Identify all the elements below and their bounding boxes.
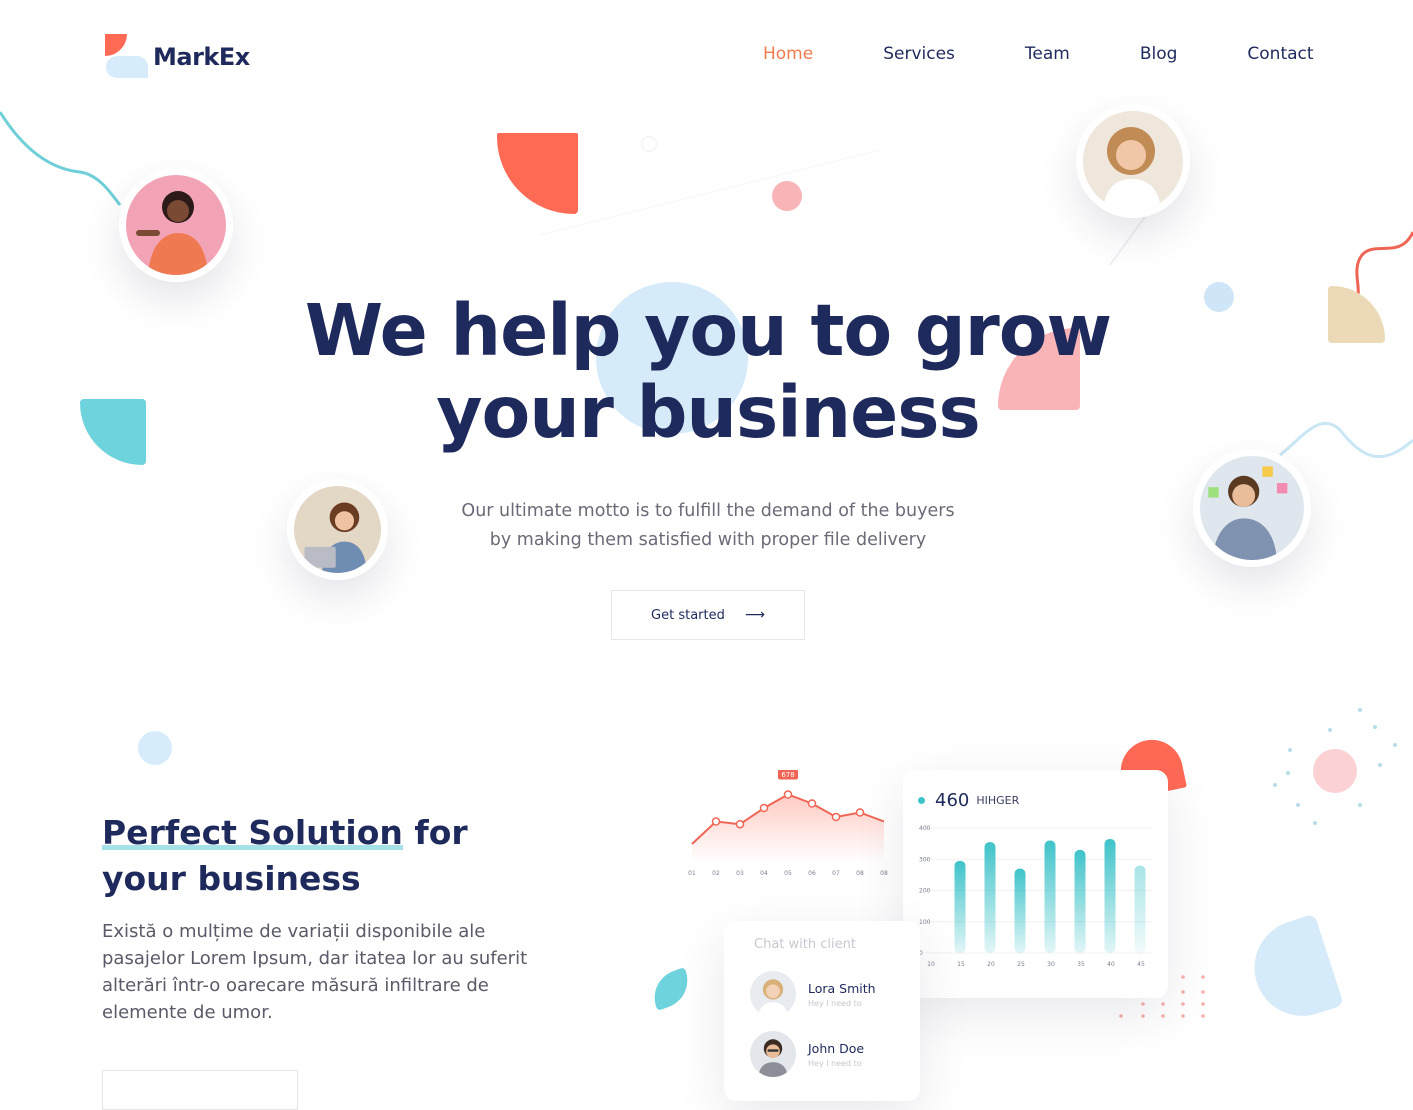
- line-chart-point: [831, 812, 841, 822]
- line-chart-point: [759, 803, 769, 813]
- small-blue-dot: [1204, 282, 1234, 312]
- pink-dot: [772, 181, 802, 211]
- line-chart-point: [855, 808, 865, 817]
- bar-chart-bar: [1044, 840, 1056, 953]
- avatar-man-board: [1193, 449, 1311, 567]
- section-title-line2: your business: [102, 859, 361, 898]
- get-started-button[interactable]: Get started ⟶: [611, 590, 805, 640]
- bar-chart-x-tick: 25: [1017, 961, 1025, 968]
- bar-chart-bar: [1104, 838, 1116, 953]
- section-title-rest: for: [402, 813, 468, 852]
- section-title-highlight: Perfect Solution: [102, 810, 403, 856]
- bar-chart-x-tick: 10: [927, 961, 935, 968]
- bar-chart-header: 460 HIHGER: [918, 790, 1019, 811]
- line-chart-tick-label: 03: [736, 870, 744, 877]
- section-body: Există o mulțime de variații disponibile…: [102, 921, 528, 1023]
- logo-mark-icon: [104, 34, 150, 80]
- bar-chart-x-tick: 40: [1107, 961, 1115, 968]
- section-blue-dot: [138, 731, 172, 765]
- chat-contact[interactable]: John Doe Hey I need to: [750, 1031, 864, 1077]
- section-button[interactable]: [102, 1070, 298, 1110]
- contact-message: Hey I need to: [808, 1058, 862, 1068]
- avatar-laughing-woman: [1076, 104, 1190, 218]
- faint-ring: [641, 136, 657, 152]
- hero-subtitle-line1: Our ultimate motto is to fulfill the dem…: [461, 501, 955, 521]
- hero-title-line2: your business: [436, 371, 981, 454]
- arrow-right-icon: ⟶: [744, 607, 765, 623]
- hero-subtitle: Our ultimate motto is to fulfill the dem…: [360, 497, 1056, 555]
- brand-name: MarkEx: [153, 43, 250, 71]
- bar-chart-x-tick: 20: [987, 961, 995, 968]
- bar-chart-bar: [1074, 849, 1086, 953]
- nav-team[interactable]: Team: [1025, 44, 1070, 64]
- bar-chart-y-tick: 200: [919, 888, 931, 895]
- line-chart-tick-label: 04: [760, 870, 768, 877]
- line-chart-tick-label: 08: [880, 870, 888, 877]
- bar-chart-y-tick: 400: [919, 825, 931, 832]
- bar-chart: 400300200100010 15 20 25 30 35 40 45: [919, 825, 1153, 968]
- chat-title: Chat with client: [754, 937, 856, 952]
- bar-chart-label: HIHGER: [976, 794, 1020, 807]
- avatar: [750, 971, 796, 1017]
- contact-name: John Doe: [808, 1040, 865, 1056]
- avatar-woman-pointing: [119, 168, 233, 282]
- nav-services[interactable]: Services: [883, 44, 955, 64]
- get-started-label: Get started: [651, 607, 725, 623]
- contact-message: Hey I need to: [808, 998, 862, 1008]
- line-chart-tick-label: 05: [784, 870, 792, 877]
- bar-chart-bar: [1014, 868, 1026, 953]
- main-nav: Home Services Team Blog Contact: [763, 44, 1314, 64]
- line-chart-point: [711, 817, 721, 826]
- line-chart-tick-label: 07: [832, 870, 840, 877]
- line-chart-tick-label: 06: [808, 870, 816, 877]
- line-chart-point: [807, 799, 817, 808]
- logo[interactable]: MarkEx: [104, 34, 254, 80]
- line-chart-point: [783, 790, 793, 799]
- line-chart-badge-label: 678: [781, 771, 794, 779]
- bar-chart-bar: [984, 842, 996, 953]
- chat-contact[interactable]: Lora Smith Hey I need to: [750, 971, 876, 1017]
- bar-chart-bar: [1134, 865, 1146, 953]
- section-title: Perfect Solution for your business: [102, 810, 468, 902]
- line-chart-area: [692, 794, 884, 862]
- dot-pattern: [1273, 708, 1397, 825]
- nav-contact[interactable]: Contact: [1247, 44, 1313, 64]
- bar-chart-value: 460: [935, 790, 970, 811]
- bar-chart-card: 460 HIHGER 400 300 200 100 0 10 15 20 25 30 35 40 45: [903, 770, 1168, 998]
- hero-title-line1: We help you to grow: [304, 289, 1112, 372]
- bar-chart-y-tick: 100: [919, 919, 931, 926]
- teal-dot-icon: [918, 797, 925, 804]
- hero-title: We help you to grow your business: [250, 290, 1166, 454]
- hero-subtitle-line2: by making them satisfied with proper fil…: [489, 530, 927, 550]
- bar-chart-bar: [954, 860, 966, 953]
- chat-card: Chat with client Lora Smith Hey I need t…: [724, 921, 920, 1101]
- line-chart-point: [735, 819, 745, 829]
- contact-name: Lora Smith: [808, 980, 876, 996]
- nav-blog[interactable]: Blog: [1140, 44, 1178, 64]
- avatar: [750, 1031, 796, 1077]
- bar-chart-y-tick: 300: [919, 856, 931, 863]
- bar-chart-x-tick: 45: [1137, 961, 1145, 968]
- line-chart: 01 02 03 04 05 06 07 08 08 678: [688, 770, 888, 877]
- line-chart-tick-label: 01: [688, 870, 696, 877]
- bar-chart-x-tick: 30: [1047, 961, 1055, 968]
- line-chart-tick-label: 08: [856, 870, 864, 877]
- nav-home[interactable]: Home: [763, 44, 813, 64]
- line-chart-tick-label: 02: [712, 870, 720, 877]
- bar-chart-x-tick: 35: [1077, 961, 1085, 968]
- bar-chart-x-tick: 15: [957, 961, 965, 968]
